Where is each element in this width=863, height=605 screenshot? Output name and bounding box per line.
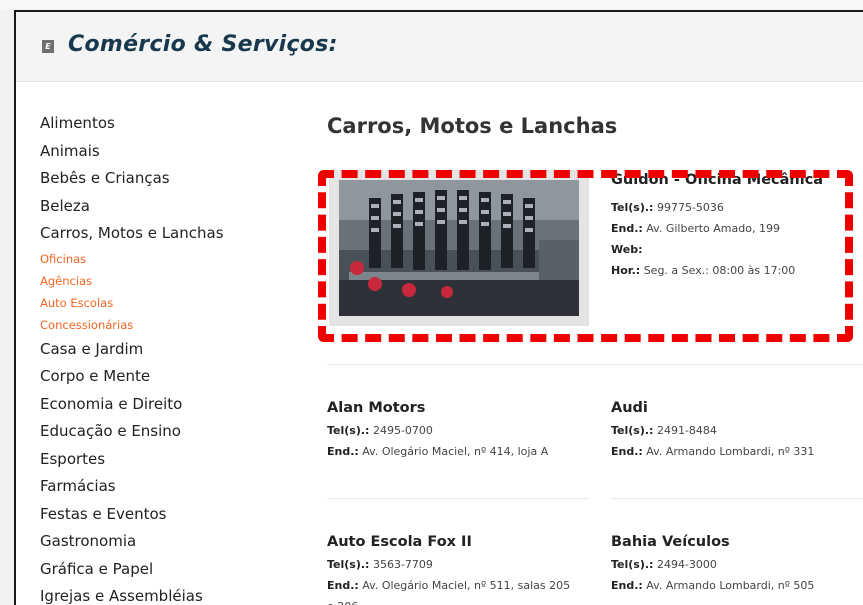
section-title: Carros, Motos e Lanchas [327,114,618,138]
divider [327,364,863,365]
listing-name[interactable]: Audi [611,400,863,416]
featured-tel: Tel(s).: 99775-5036 [611,197,861,218]
tel-label: Tel(s).: [327,558,370,571]
category-grafica-papel[interactable]: Gráfica e Papel [40,556,300,584]
listing-tel: Tel(s).: 2491-8484 [611,420,863,441]
category-farmacias[interactable]: Farmácias [40,473,300,501]
category-corpo-mente[interactable]: Corpo e Mente [40,363,300,391]
listing-content: Carros, Motos e Lanchas Guidon - Oficina… [318,114,863,605]
subcategory-auto-escolas[interactable]: Auto Escolas [40,292,300,314]
listing-item[interactable]: Auto Escola Fox II Tel(s).: 3563-7709 En… [327,534,597,605]
listing-address-continued: e 206 [327,596,597,605]
tel-label: Tel(s).: [611,424,654,437]
listing-item[interactable]: Alan Motors Tel(s).: 2495-0700 End.: Av.… [327,400,597,462]
category-casa-jardim[interactable]: Casa e Jardim [40,336,300,364]
listing-address: End.: Av. Armando Lombardi, nº 331 [611,441,863,462]
engine-photo-icon [339,180,579,316]
commerce-panel: E Comércio & Serviços: Alimentos Animais… [14,10,863,605]
listing-name[interactable]: Auto Escola Fox II [327,534,597,550]
address-value: Av. Gilberto Amado, 199 [646,222,780,235]
subcategory-agencias[interactable]: Agências [40,270,300,292]
tel-value: 2494-3000 [656,558,717,571]
listing-item[interactable]: Bahia Veículos Tel(s).: 2494-3000 End.: … [611,534,863,596]
category-festas-eventos[interactable]: Festas e Eventos [40,501,300,529]
address-label: End.: [611,222,643,235]
address-value: Av. Armando Lombardi, nº 331 [646,445,815,458]
listing-address: End.: Av. Armando Lombardi, nº 505 [611,575,863,596]
featured-info: Guidon - Oficina Mecânica Tel(s).: 99775… [611,172,861,281]
listing-address: End.: Av. Olegário Maciel, nº 414, loja … [327,441,597,462]
category-gastronomia[interactable]: Gastronomia [40,528,300,556]
featured-image-frame [329,170,589,326]
tel-value: 99775-5036 [656,201,724,214]
panel-title: Comércio & Serviços: [68,32,338,57]
listing-tel: Tel(s).: 3563-7709 [327,554,597,575]
divider [327,498,589,499]
category-igrejas-assembleias[interactable]: Igrejas e Assembléias [40,583,300,605]
listing-name[interactable]: Alan Motors [327,400,597,416]
subcategory-oficinas[interactable]: Oficinas [40,248,300,270]
tel-label: Tel(s).: [611,201,654,214]
featured-name[interactable]: Guidon - Oficina Mecânica [611,172,861,188]
tel-value: 3563-7709 [372,558,433,571]
category-economia-direito[interactable]: Economia e Direito [40,391,300,419]
category-alimentos[interactable]: Alimentos [40,110,300,138]
category-animais[interactable]: Animais [40,138,300,166]
listing-name[interactable]: Bahia Veículos [611,534,863,550]
listing-address: End.: Av. Olegário Maciel, nº 511, salas… [327,575,597,596]
address-value: Av. Armando Lombardi, nº 505 [646,579,815,592]
category-educacao-ensino[interactable]: Educação e Ensino [40,418,300,446]
listing-tel: Tel(s).: 2495-0700 [327,420,597,441]
address-value: Av. Olegário Maciel, nº 414, loja A [362,445,549,458]
web-label: Web: [611,243,643,256]
tel-label: Tel(s).: [611,558,654,571]
category-sidebar: Alimentos Animais Bebês e Crianças Belez… [40,110,300,605]
category-esportes[interactable]: Esportes [40,446,300,474]
featured-listing[interactable]: Guidon - Oficina Mecânica Tel(s).: 99775… [318,166,863,342]
page-background [0,0,863,10]
address-label: End.: [611,445,643,458]
category-bebes-criancas[interactable]: Bebês e Crianças [40,165,300,193]
address-label: End.: [327,445,359,458]
featured-hours: Hor.: Seg. a Sex.: 08:00 às 17:00 [611,260,861,281]
listing-item[interactable]: Audi Tel(s).: 2491-8484 End.: Av. Armand… [611,400,863,462]
category-beleza[interactable]: Beleza [40,193,300,221]
tel-value: 2491-8484 [656,424,717,437]
address-label: End.: [611,579,643,592]
divider [611,498,863,499]
address-value: Av. Olegário Maciel, nº 511, salas 205 [362,579,571,592]
section-badge-icon: E [42,40,54,53]
tel-label: Tel(s).: [327,424,370,437]
hours-value: Seg. a Sex.: 08:00 às 17:00 [643,264,796,277]
hours-label: Hor.: [611,264,641,277]
address-label: End.: [327,579,359,592]
panel-header: E Comércio & Serviços: [16,12,863,82]
category-carros-motos-lanchas[interactable]: Carros, Motos e Lanchas [40,220,300,248]
featured-address: End.: Av. Gilberto Amado, 199 [611,218,861,239]
listing-tel: Tel(s).: 2494-3000 [611,554,863,575]
subcategory-concessionarias[interactable]: Concessionárias [40,314,300,336]
featured-web: Web: [611,239,861,260]
tel-value: 2495-0700 [372,424,433,437]
